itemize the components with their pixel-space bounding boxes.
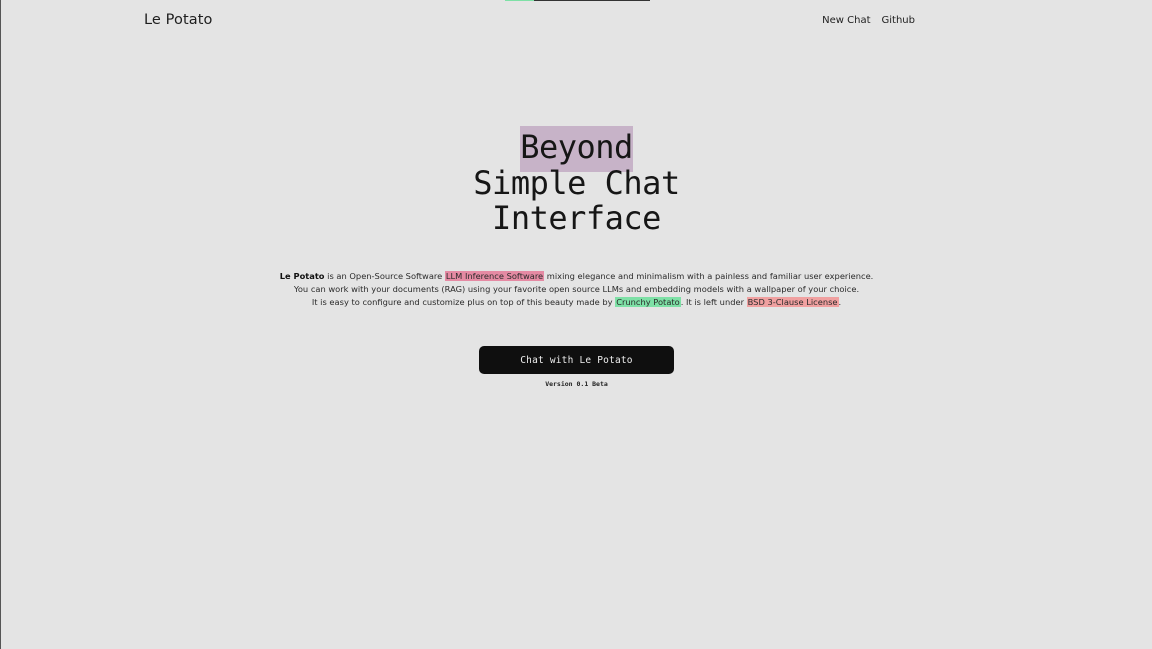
nav-links: New Chat Github [822,15,915,26]
description-line-3: It is easy to configure and customize pl… [1,296,1152,309]
hero: Beyond Simple Chat Interface [1,126,1152,237]
top-nav: Le Potato New Chat Github [1,0,1152,42]
hero-title-line-2: Simple Chat [473,163,680,202]
brand-logo[interactable]: Le Potato [144,12,212,28]
hero-title-line-3: Interface [492,199,661,237]
description-line-1: Le Potato is an Open-Source Software LLM… [1,270,1152,283]
product-name: Le Potato [279,271,325,281]
author-link[interactable]: Crunchy Potato [615,296,681,307]
description-text: . [838,296,842,307]
description-line-2: You can work with your documents (RAG) u… [293,283,860,294]
version-label: Version 0.1 Beta [545,380,608,388]
description-text: It is easy to configure and customize pl… [311,296,616,307]
nav-link-new-chat[interactable]: New Chat [822,15,870,26]
description: Le Potato is an Open-Source Software LLM… [1,270,1152,308]
description-text: mixing elegance and minimalism with a pa… [544,271,874,281]
tag-llm-inference: LLM Inference Software [444,271,545,281]
description-text: is an Open-Source Software [324,271,445,281]
hero-title: Beyond Simple Chat Interface [1,126,1152,237]
description-text: . It is left under [680,296,747,307]
nav-link-github[interactable]: Github [882,15,915,26]
license-link[interactable]: BSD 3-Clause License [746,296,839,307]
chat-with-le-potato-button[interactable]: Chat with Le Potato [479,346,674,374]
